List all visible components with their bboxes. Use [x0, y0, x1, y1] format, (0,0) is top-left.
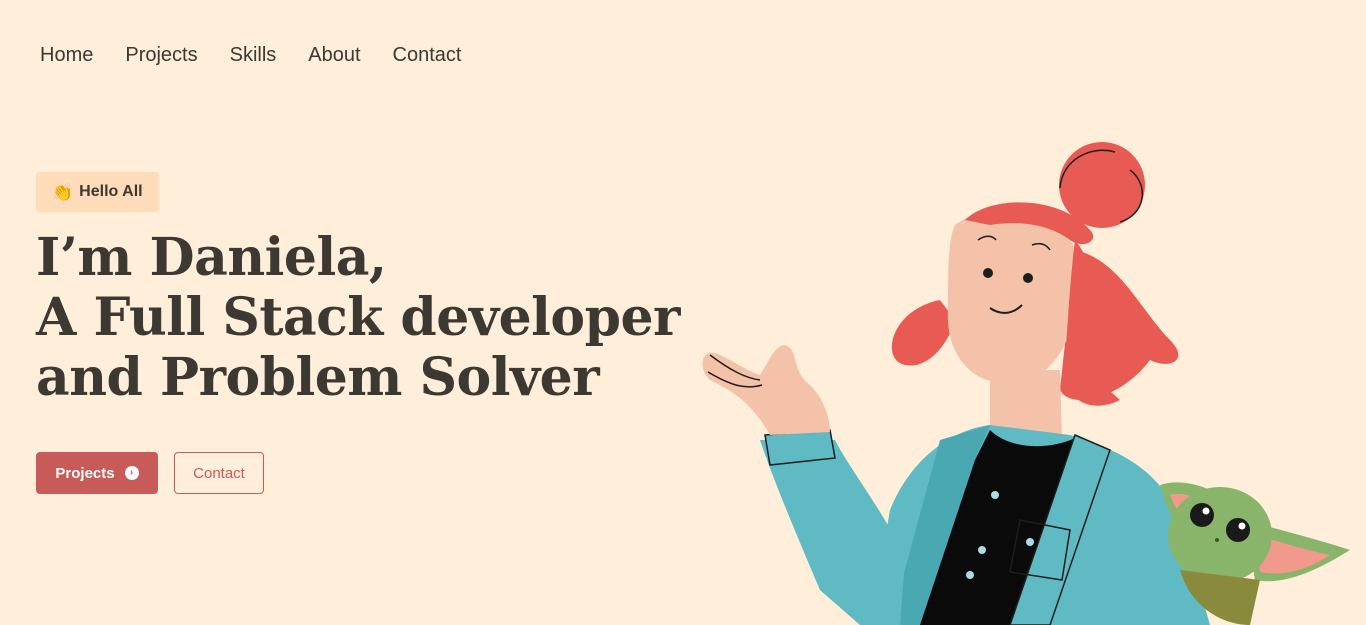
headline-line-3: and Problem Solver	[36, 347, 600, 408]
main-nav: Home Projects Skills About Contact	[40, 42, 461, 68]
hero-headline: I’m Daniela, A Full Stack developer and …	[36, 228, 696, 408]
hero-illustration	[702, 142, 1350, 625]
nav-contact[interactable]: Contact	[393, 42, 462, 68]
headline-line-1: I’m Daniela,	[36, 227, 387, 288]
projects-button-label: Projects	[55, 464, 115, 482]
chevron-right-circle-icon: ›	[124, 466, 139, 480]
person-illustration	[702, 142, 1210, 625]
greeting-badge: 👏 Hello All	[36, 172, 159, 212]
clapping-hands-icon: 👏	[52, 182, 74, 202]
nav-skills[interactable]: Skills	[230, 42, 277, 68]
hero-section: 👏 Hello All I’m Daniela, A Full Stack de…	[36, 172, 696, 494]
greeting-label: Hello All	[79, 183, 143, 200]
hero-actions: Projects › Contact	[36, 452, 696, 494]
headline-line-2: A Full Stack developer	[36, 287, 680, 348]
nav-projects[interactable]: Projects	[125, 42, 197, 68]
contact-button[interactable]: Contact	[174, 452, 264, 494]
nav-about[interactable]: About	[308, 42, 360, 68]
nav-home[interactable]: Home	[40, 42, 93, 68]
projects-button[interactable]: Projects ›	[36, 452, 158, 494]
